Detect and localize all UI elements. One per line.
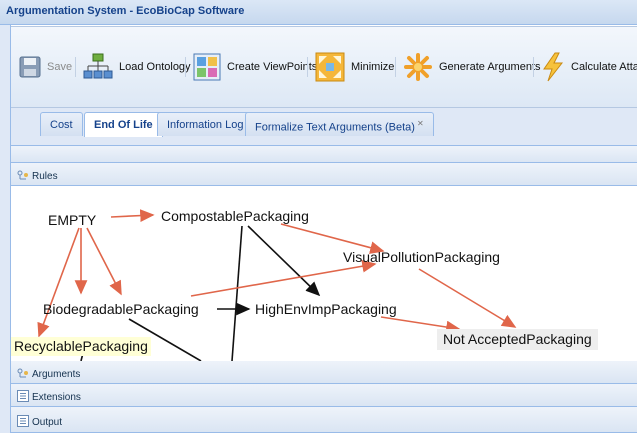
edge-highenvimp-notaccepted <box>380 316 461 334</box>
arguments-panel-header[interactable]: Arguments <box>11 361 637 384</box>
toolbar: Save Load Ontology Create ViewPoints Min… <box>11 26 637 108</box>
create-viewpoints-button[interactable]: Create ViewPoints <box>193 49 317 85</box>
calculate-attacks-button[interactable]: Calculate Attacks <box>541 49 637 85</box>
node-visual-pollution-packaging: VisualPollutionPackaging <box>343 249 500 265</box>
output-panel-header[interactable]: Output <box>11 407 637 433</box>
load-ontology-label: Load Ontology <box>119 61 191 73</box>
node-compostable-packaging: CompostablePackaging <box>161 208 309 224</box>
sub-toolbar <box>11 146 637 163</box>
extensions-panel-header[interactable]: Extensions <box>11 384 637 407</box>
tree-icon <box>17 368 29 382</box>
lightning-icon <box>543 52 564 82</box>
window-title: Argumentation System - EcoBioCap Softwar… <box>0 0 637 25</box>
minimize-button[interactable]: Minimize <box>315 49 394 85</box>
rules-label: Rules <box>32 171 58 182</box>
node-high-env-imp-packaging: HighEnvImpPackaging <box>255 301 397 317</box>
tab-cost[interactable]: Cost <box>40 112 83 136</box>
minimize-label: Minimize <box>351 61 395 73</box>
tree-icon <box>17 170 29 184</box>
toolbar-separator <box>395 57 396 77</box>
edge-empty-compostable <box>110 209 155 223</box>
minimize-arrows-icon <box>315 52 345 82</box>
floppy-disk-icon <box>19 56 41 78</box>
edge-compostable-down <box>231 225 243 361</box>
load-ontology-button[interactable]: Load Ontology <box>83 49 191 85</box>
node-biodegradable-packaging: BiodegradablePackaging <box>43 301 199 317</box>
tab-information-log[interactable]: Information Log <box>157 112 254 136</box>
rules-panel-header[interactable]: Rules <box>11 163 637 186</box>
toolbar-separator <box>185 57 186 77</box>
node-recyclable-packaging: RecyclablePackaging <box>11 337 151 356</box>
edge-visualpollution-notaccepted <box>418 268 517 328</box>
tab-strip: Cost End Of Life Information Log Formali… <box>11 108 637 146</box>
extensions-label: Extensions <box>32 392 81 403</box>
toolbar-separator <box>533 57 534 77</box>
edge-compostable-visualpollution <box>280 223 385 254</box>
tab-formalize-text-arguments[interactable]: Formalize Text Arguments (Beta) ✕ <box>245 112 434 136</box>
rules-graph: EMPTY CompostablePackaging VisualPolluti… <box>11 186 637 361</box>
list-icon <box>17 414 29 430</box>
save-label: Save <box>47 61 73 73</box>
tab-formalize-label: Formalize Text Arguments (Beta) <box>255 121 415 134</box>
toolbar-separator <box>307 57 308 77</box>
asterisk-icon <box>404 53 432 81</box>
generate-arguments-label: Generate Arguments <box>439 61 541 73</box>
generate-arguments-button[interactable]: Generate Arguments <box>403 49 541 85</box>
tab-end-of-life[interactable]: End Of Life <box>84 112 163 137</box>
calculate-attacks-label: Calculate Attacks <box>571 61 637 73</box>
toolbar-separator <box>75 57 76 77</box>
hierarchy-icon <box>83 53 113 79</box>
close-icon[interactable]: ✕ <box>417 119 424 128</box>
arguments-label: Arguments <box>32 369 81 380</box>
output-label: Output <box>32 416 63 428</box>
node-empty: EMPTY <box>48 212 97 228</box>
left-border <box>0 25 11 433</box>
edge-empty-biodegradable-2 <box>86 227 122 296</box>
edge-empty-recyclable <box>37 227 80 338</box>
save-button[interactable]: Save <box>19 49 72 85</box>
list-icon <box>17 390 29 405</box>
create-viewpoints-label: Create ViewPoints <box>227 61 318 73</box>
grid-icon <box>193 53 221 81</box>
edge-biodegradable-visualpollution <box>190 259 377 297</box>
node-not-accepted-packaging: Not AcceptedPackaging <box>437 329 598 350</box>
